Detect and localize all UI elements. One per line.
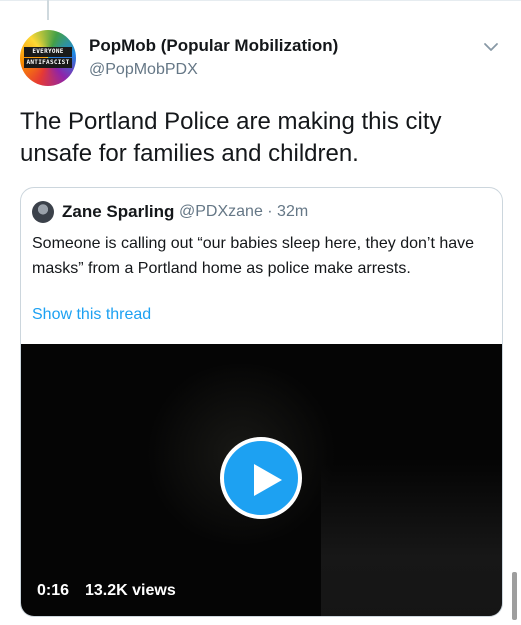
tweet-text: The Portland Police are making this city…: [20, 108, 442, 167]
scrollbar[interactable]: [512, 572, 517, 620]
avatar[interactable]: EVERYONE ANTIFASCIST: [20, 30, 76, 86]
author-handle[interactable]: @PopMobPDX: [89, 61, 198, 79]
show-thread-link[interactable]: Show this thread: [32, 306, 151, 324]
quoted-avatar[interactable]: [32, 201, 54, 223]
thread-connector-line: [47, 0, 49, 20]
quoted-tweet[interactable]: Zane Sparling @PDXzane · 32m Someone is …: [20, 187, 503, 617]
quoted-author-name[interactable]: Zane Sparling: [62, 202, 174, 222]
avatar-band-bottom: ANTIFASCIST: [24, 58, 72, 68]
avatar-band-top: EVERYONE: [24, 47, 72, 57]
tweet-header: EVERYONE ANTIFASCIST PopMob (Popular Mob…: [20, 30, 510, 90]
quoted-tweet-text: Someone is calling out “our babies sleep…: [32, 235, 475, 277]
chevron-down-icon[interactable]: [480, 36, 502, 58]
author-name[interactable]: PopMob (Popular Mobilization): [89, 36, 338, 56]
play-button[interactable]: [220, 437, 302, 519]
play-icon: [254, 464, 282, 496]
video-duration: 0:16: [37, 582, 70, 599]
video-view-count: 13.2K views: [85, 582, 176, 599]
video-player[interactable]: 0:16 13.2K views: [21, 344, 502, 616]
video-frame-shading: [321, 464, 502, 616]
top-divider: [0, 0, 521, 1]
quoted-author-handle[interactable]: @PDXzane · 32m: [179, 203, 308, 221]
